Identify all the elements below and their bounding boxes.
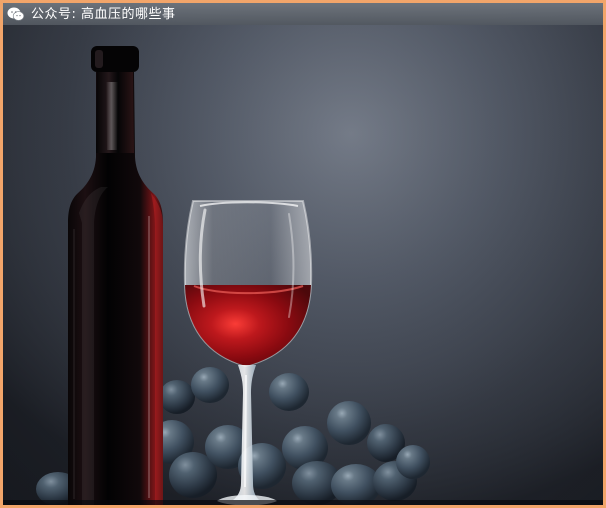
watermark-text: 公众号: 高血压的哪些事 <box>31 6 176 22</box>
still-life-illustration <box>3 3 603 505</box>
wine-scene: 公众号: 高血压的哪些事 <box>3 3 603 505</box>
wechat-icon <box>7 6 25 22</box>
watermark-bar: 公众号: 高血压的哪些事 <box>3 3 603 25</box>
image-frame: 公众号: 高血压的哪些事 <box>0 0 606 508</box>
